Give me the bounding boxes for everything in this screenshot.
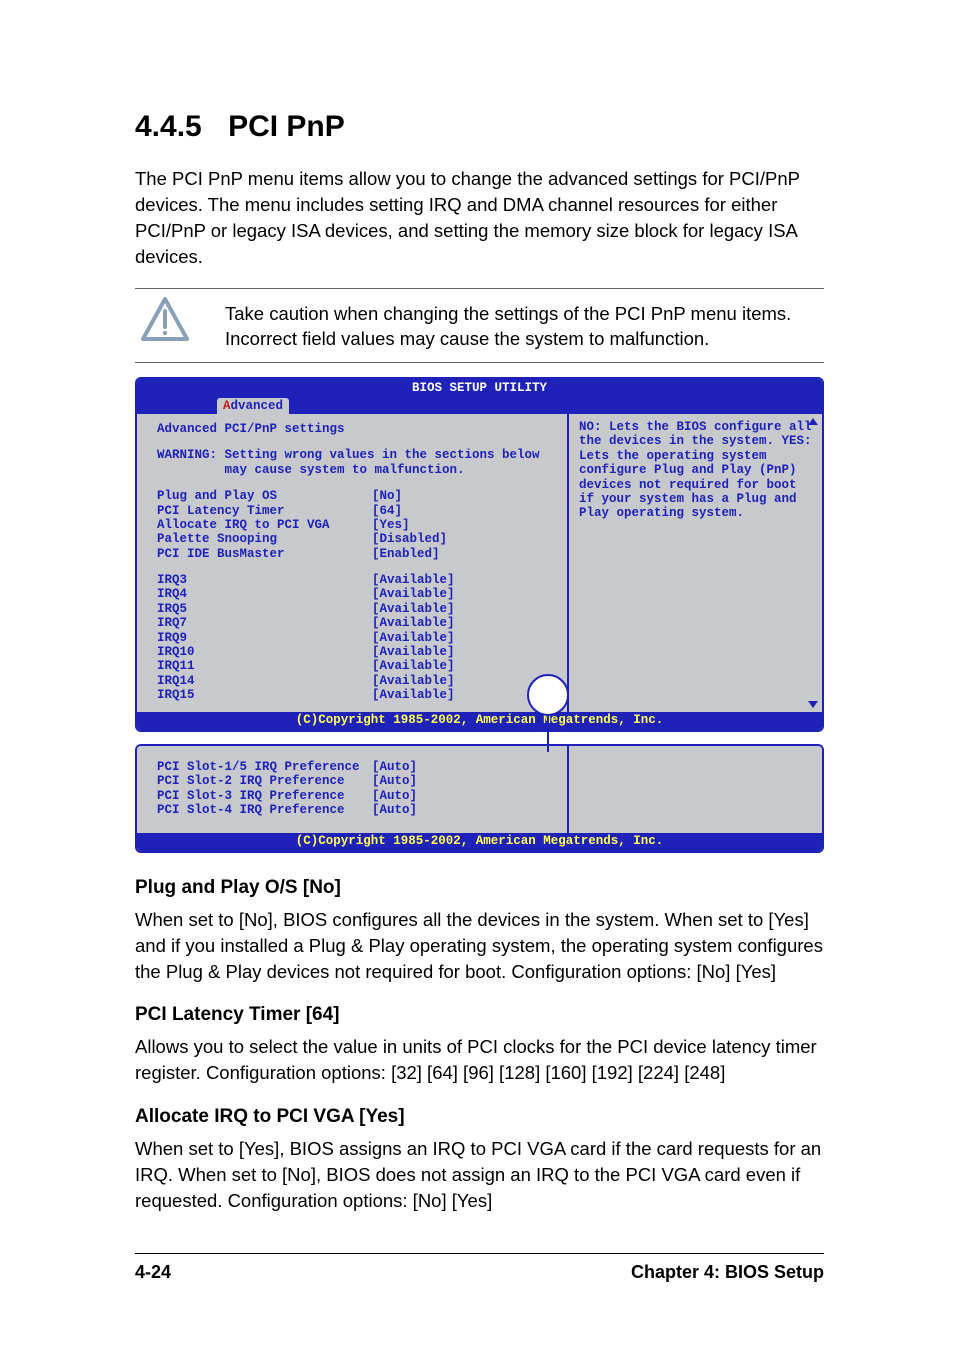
bios-setting-row: IRQ10[Available]	[157, 645, 557, 659]
bios-header: BIOS SETUP UTILITY	[137, 379, 822, 397]
page-number: 4-24	[135, 1262, 171, 1283]
bios-setting-label: IRQ15	[157, 688, 372, 702]
bios-screenshot-fragment: PCI Slot-1/5 IRQ Preference[Auto]PCI Slo…	[135, 744, 824, 853]
bios-setting-label: PCI Slot-2 IRQ Preference	[157, 774, 372, 788]
bios-setting-row: PCI Slot-2 IRQ Preference[Auto]	[157, 774, 557, 788]
subsection-heading: PCI Latency Timer [64]	[135, 1004, 824, 1026]
bios-setting-value: [Auto]	[372, 789, 557, 803]
bios-setting-label: PCI Slot-4 IRQ Preference	[157, 803, 372, 817]
bios-setting-value: [Auto]	[372, 760, 557, 774]
bios-setting-value: [Available]	[372, 573, 557, 587]
chapter-label: Chapter 4: BIOS Setup	[631, 1262, 824, 1283]
bios-setting-value: [No]	[372, 489, 557, 503]
subsection-desc: When set to [Yes], BIOS assigns an IRQ t…	[135, 1136, 824, 1214]
bios-setting-row: Allocate IRQ to PCI VGA[Yes]	[157, 518, 557, 532]
bios-setting-row: IRQ7[Available]	[157, 616, 557, 630]
bios-setting-value: [Disabled]	[372, 532, 557, 546]
bios-setting-value: [Available]	[372, 587, 557, 601]
caution-text: Take caution when changing the settings …	[195, 297, 824, 353]
bios-setting-value: [Available]	[372, 616, 557, 630]
bios-setting-label: IRQ10	[157, 645, 372, 659]
bios-tabbar: Advanced	[137, 398, 822, 414]
bios-setting-label: PCI Slot-3 IRQ Preference	[157, 789, 372, 803]
scroll-down-icon	[808, 701, 818, 708]
callout-line	[547, 716, 549, 752]
bios-setting-row: PCI Slot-1/5 IRQ Preference[Auto]	[157, 760, 557, 774]
bios-setting-label: IRQ11	[157, 659, 372, 673]
bios-frag-right	[569, 746, 822, 834]
bios-help-pane: NO: Lets the BIOS configure all the devi…	[569, 414, 822, 712]
bios-warning: WARNING: Setting wrong values in the sec…	[157, 448, 557, 477]
bios-setting-label: IRQ7	[157, 616, 372, 630]
bios-tab-advanced: Advanced	[217, 398, 289, 414]
bios-setting-row: PCI Latency Timer[64]	[157, 504, 557, 518]
bios-setting-value: [Yes]	[372, 518, 557, 532]
bios-setting-value: [Auto]	[372, 774, 557, 788]
bios-setting-label: IRQ3	[157, 573, 372, 587]
bios-setting-label: PCI IDE BusMaster	[157, 547, 372, 561]
bios-settings-list: Plug and Play OS[No]PCI Latency Timer[64…	[157, 489, 557, 561]
bios-setting-value: [Available]	[372, 659, 557, 673]
bios-setting-label: PCI Slot-1/5 IRQ Preference	[157, 760, 372, 774]
bios-setting-label: Plug and Play OS	[157, 489, 372, 503]
bios-pane-title: Advanced PCI/PnP settings	[157, 422, 557, 436]
bios-left-pane: Advanced PCI/PnP settings WARNING: Setti…	[137, 414, 569, 712]
subsection-heading: Allocate IRQ to PCI VGA [Yes]	[135, 1106, 824, 1128]
subsection-desc: When set to [No], BIOS configures all th…	[135, 907, 824, 985]
bios-setting-value: [Auto]	[372, 803, 557, 817]
bios-setting-row: PCI IDE BusMaster[Enabled]	[157, 547, 557, 561]
bios-setting-row: IRQ9[Available]	[157, 631, 557, 645]
bios-setting-row: PCI Slot-3 IRQ Preference[Auto]	[157, 789, 557, 803]
bios-setting-row: Plug and Play OS[No]	[157, 489, 557, 503]
bios-setting-label: IRQ4	[157, 587, 372, 601]
bios-setting-label: Palette Snooping	[157, 532, 372, 546]
bios-setting-value: [Available]	[372, 602, 557, 616]
bios-setting-label: IRQ14	[157, 674, 372, 688]
bios-setting-row: IRQ5[Available]	[157, 602, 557, 616]
bios-irq-list: IRQ3[Available]IRQ4[Available]IRQ5[Avail…	[157, 573, 557, 702]
bios-setting-row: Palette Snooping[Disabled]	[157, 532, 557, 546]
section-heading: 4.4.5 PCI PnP	[135, 110, 824, 144]
bios-frag-left: PCI Slot-1/5 IRQ Preference[Auto]PCI Slo…	[137, 746, 569, 834]
bios-copyright: (C)Copyright 1985-2002, American Megatre…	[137, 712, 822, 729]
bios-frag-copyright: (C)Copyright 1985-2002, American Megatre…	[137, 833, 822, 850]
page-footer: 4-24 Chapter 4: BIOS Setup	[135, 1253, 824, 1283]
callout-circle	[527, 674, 569, 716]
bios-setting-value: [Available]	[372, 631, 557, 645]
caution-block: Take caution when changing the settings …	[135, 288, 824, 364]
caution-icon	[135, 297, 195, 348]
section-title: PCI PnP	[228, 110, 345, 143]
bios-frag-list: PCI Slot-1/5 IRQ Preference[Auto]PCI Slo…	[157, 760, 557, 818]
intro-paragraph: The PCI PnP menu items allow you to chan…	[135, 166, 824, 270]
bios-setting-value: [Enabled]	[372, 547, 557, 561]
bios-setting-label: IRQ5	[157, 602, 372, 616]
explanation-sections: Plug and Play O/S [No] When set to [No], …	[135, 877, 824, 1214]
bios-setting-row: IRQ4[Available]	[157, 587, 557, 601]
bios-setting-value: [64]	[372, 504, 557, 518]
scroll-up-icon	[808, 418, 818, 425]
subsection-desc: Allows you to select the value in units …	[135, 1034, 824, 1086]
bios-setting-value: [Available]	[372, 645, 557, 659]
bios-setting-row: PCI Slot-4 IRQ Preference[Auto]	[157, 803, 557, 817]
bios-setting-label: IRQ9	[157, 631, 372, 645]
bios-screenshot: BIOS SETUP UTILITY Advanced Advanced PCI…	[135, 377, 824, 732]
bios-setting-row: IRQ3[Available]	[157, 573, 557, 587]
bios-setting-row: IRQ14[Available]	[157, 674, 557, 688]
bios-help-text: NO: Lets the BIOS configure all the devi…	[579, 420, 812, 521]
bios-setting-row: IRQ15[Available]	[157, 688, 557, 702]
section-number: 4.4.5	[135, 110, 202, 143]
bios-setting-row: IRQ11[Available]	[157, 659, 557, 673]
bios-setting-label: PCI Latency Timer	[157, 504, 372, 518]
subsection-heading: Plug and Play O/S [No]	[135, 877, 824, 899]
bios-setting-label: Allocate IRQ to PCI VGA	[157, 518, 372, 532]
